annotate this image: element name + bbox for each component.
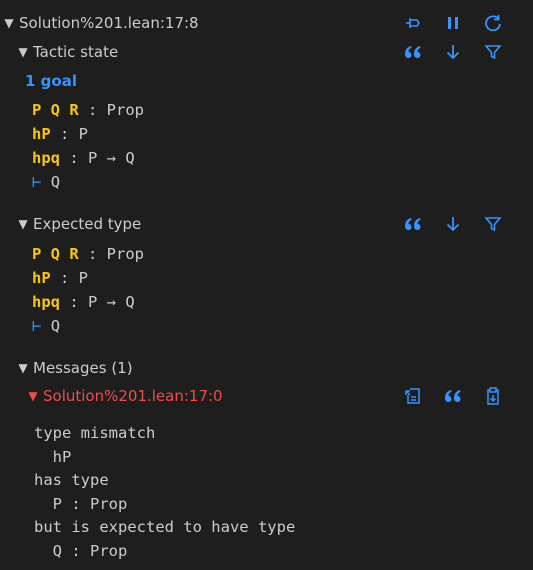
tactic-state-toolbar: [393, 40, 513, 64]
location-label: Solution%201.lean:17:8: [19, 14, 199, 32]
message-line: type mismatch: [34, 424, 156, 442]
collapse-triangle-icon[interactable]: ▼: [2, 16, 16, 30]
expected-type-title: Expected type: [33, 215, 142, 233]
message-item-header[interactable]: ▼ Solution%201.lean:17:0: [0, 384, 533, 408]
hyp-names[interactable]: hpq: [32, 149, 60, 167]
tactic-state-title: Tactic state: [33, 43, 119, 61]
hypothesis: hpq : P → Q: [32, 292, 135, 311]
message-location[interactable]: Solution%201.lean:17:0: [43, 387, 223, 405]
hyp-type[interactable]: P: [79, 125, 88, 143]
quote-icon[interactable]: [393, 215, 433, 233]
hyp-type[interactable]: P → Q: [88, 149, 135, 167]
hypothesis: hpq : P → Q: [32, 148, 135, 167]
goal-line: ⊢ Q: [32, 314, 60, 337]
hyp-type[interactable]: Prop: [107, 101, 144, 119]
expected-type-toolbar: [393, 212, 513, 236]
header-toolbar: [393, 11, 513, 35]
message-line: Q : Prop: [34, 542, 128, 560]
message-toolbar: [393, 384, 513, 408]
message-line: hP: [34, 448, 72, 466]
collapse-triangle-icon[interactable]: ▼: [16, 217, 30, 231]
collapse-triangle-icon[interactable]: ▼: [16, 45, 30, 59]
hyp-type[interactable]: P → Q: [88, 293, 135, 311]
message-line: has type: [34, 471, 109, 489]
hypothesis: hP : P: [32, 268, 89, 287]
message-line: but is expected to have type: [34, 518, 296, 536]
goal-line: ⊢ Q: [32, 170, 60, 193]
hyp-names[interactable]: P Q R: [32, 245, 79, 263]
arrow-down-icon[interactable]: [433, 215, 473, 233]
info-header[interactable]: ▼ Solution%201.lean:17:8: [0, 11, 533, 35]
messages-title: Messages (1): [33, 359, 133, 377]
hypothesis: P Q R : Prop: [32, 100, 144, 119]
expected-type-header[interactable]: ▼ Expected type: [0, 212, 533, 236]
turnstile: ⊢: [32, 316, 42, 335]
hypothesis: hP : P: [32, 124, 89, 143]
collapse-triangle-icon[interactable]: ▼: [16, 361, 30, 375]
hyp-names[interactable]: hpq: [32, 293, 60, 311]
filter-icon[interactable]: [473, 43, 513, 61]
hyp-names[interactable]: P Q R: [32, 101, 79, 119]
goal-type[interactable]: Q: [51, 317, 60, 335]
goal-type[interactable]: Q: [51, 173, 60, 191]
arrow-down-icon[interactable]: [433, 43, 473, 61]
pause-icon[interactable]: [433, 14, 473, 32]
tactic-state-header[interactable]: ▼ Tactic state: [0, 40, 533, 64]
hypothesis: P Q R : Prop: [32, 244, 144, 263]
turnstile: ⊢: [32, 172, 42, 191]
goal-count[interactable]: 1 goal: [25, 72, 77, 90]
quote-icon[interactable]: [393, 43, 433, 61]
hyp-type[interactable]: P: [79, 269, 88, 287]
hyp-names[interactable]: hP: [32, 125, 51, 143]
refresh-icon[interactable]: [473, 13, 513, 33]
collapse-triangle-icon[interactable]: ▼: [26, 389, 40, 403]
hyp-type[interactable]: Prop: [107, 245, 144, 263]
quote-icon[interactable]: [433, 387, 473, 405]
copy-icon[interactable]: [473, 386, 513, 406]
pin-icon[interactable]: [393, 14, 433, 32]
hyp-names[interactable]: hP: [32, 269, 51, 287]
copy-to-comment-icon[interactable]: [393, 386, 433, 406]
message-line: P : Prop: [34, 495, 128, 513]
messages-header[interactable]: ▼ Messages (1): [0, 356, 533, 380]
filter-icon[interactable]: [473, 215, 513, 233]
